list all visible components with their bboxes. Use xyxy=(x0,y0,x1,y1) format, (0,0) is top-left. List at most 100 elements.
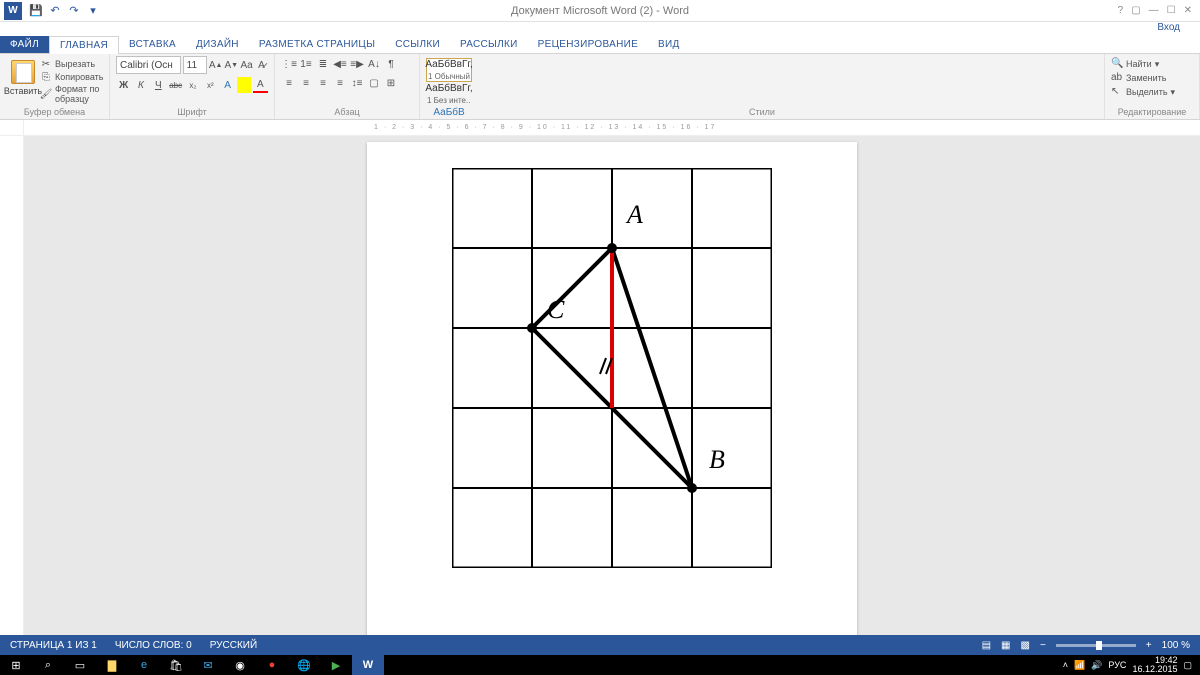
bold-button[interactable]: Ж xyxy=(116,77,131,93)
replace-button[interactable]: abЗаменить xyxy=(1111,72,1193,84)
tab-insert[interactable]: ВСТАВКА xyxy=(119,36,186,53)
web-layout-icon[interactable]: ▩ xyxy=(1021,640,1030,651)
change-case-button[interactable]: Aa xyxy=(240,57,253,73)
page-indicator[interactable]: СТРАНИЦА 1 ИЗ 1 xyxy=(10,640,97,651)
grow-font-button[interactable]: A▲ xyxy=(209,57,223,73)
vertical-ruler[interactable] xyxy=(0,136,24,652)
file-explorer-icon[interactable]: ▇ xyxy=(96,655,128,675)
store-icon[interactable]: 🛍 xyxy=(160,655,192,675)
brush-icon: 🖌 xyxy=(40,88,52,100)
help-icon[interactable]: ? xyxy=(1118,5,1124,16)
styles-group-label: Стили xyxy=(420,107,1104,117)
volume-icon[interactable]: 🔊 xyxy=(1091,660,1102,671)
shading-button[interactable]: ▢ xyxy=(366,75,382,91)
select-button[interactable]: ↖Выделить ▾ xyxy=(1111,86,1193,98)
ribbon-options-icon[interactable]: ▢ xyxy=(1131,5,1140,16)
document-page[interactable]: A B C xyxy=(367,142,857,644)
paste-icon xyxy=(11,60,35,84)
word-task-icon[interactable]: W xyxy=(352,655,384,675)
print-layout-icon[interactable]: ▦ xyxy=(1001,640,1010,651)
word-logo-icon: W xyxy=(4,2,22,20)
sort-button[interactable]: A↓ xyxy=(366,56,382,72)
pilcrow-button[interactable]: ¶ xyxy=(383,56,399,72)
close-button[interactable]: ✕ xyxy=(1184,5,1192,16)
format-painter-button[interactable]: 🖌Формат по образцу xyxy=(40,84,103,104)
network-icon[interactable]: 📶 xyxy=(1074,660,1085,671)
tray-up-icon[interactable]: ˄ xyxy=(1063,660,1068,670)
notifications-icon[interactable]: ▢ xyxy=(1183,660,1192,671)
paste-label: Вставить xyxy=(4,86,42,96)
page-area[interactable]: A B C xyxy=(24,136,1200,652)
maximize-button[interactable]: ☐ xyxy=(1167,5,1176,16)
strike-button[interactable]: abc xyxy=(168,77,183,93)
cut-button[interactable]: ✂Вырезать xyxy=(40,58,103,70)
tab-layout[interactable]: РАЗМЕТКА СТРАНИЦЫ xyxy=(249,36,385,53)
decrease-indent-button[interactable]: ◀≡ xyxy=(332,56,348,72)
word-count[interactable]: ЧИСЛО СЛОВ: 0 xyxy=(115,640,192,651)
tab-review[interactable]: РЕЦЕНЗИРОВАНИЕ xyxy=(528,36,648,53)
zoom-level[interactable]: 100 % xyxy=(1162,640,1190,651)
align-left-button[interactable]: ≡ xyxy=(281,75,297,91)
label-a: A xyxy=(625,200,643,229)
increase-indent-button[interactable]: ≡▶ xyxy=(349,56,365,72)
zoom-slider[interactable] xyxy=(1056,644,1136,647)
login-link[interactable]: Вход xyxy=(0,22,1200,34)
zoom-out-button[interactable]: − xyxy=(1040,640,1046,651)
tab-view[interactable]: ВИД xyxy=(648,36,690,53)
justify-button[interactable]: ≡ xyxy=(332,75,348,91)
chrome-icon[interactable]: 🌐 xyxy=(288,655,320,675)
read-mode-icon[interactable]: ▤ xyxy=(982,640,991,651)
zoom-in-button[interactable]: + xyxy=(1146,640,1152,651)
language-indicator[interactable]: РУССКИЙ xyxy=(210,640,257,651)
minimize-button[interactable]: — xyxy=(1149,5,1159,16)
ribbon-tabs: ФАЙЛ ГЛАВНАЯ ВСТАВКА ДИЗАЙН РАЗМЕТКА СТР… xyxy=(0,34,1200,54)
highlight-button[interactable] xyxy=(237,77,250,93)
ruler-marks: 1 · 2 · 3 · 4 · 5 · 6 · 7 · 8 · 9 · 10 ·… xyxy=(24,120,1200,135)
horizontal-ruler[interactable]: 1 · 2 · 3 · 4 · 5 · 6 · 7 · 8 · 9 · 10 ·… xyxy=(0,120,1200,136)
borders-button[interactable]: ⊞ xyxy=(383,75,399,91)
group-clipboard: Вставить ✂Вырезать ⎘Копировать 🖌Формат п… xyxy=(0,54,110,119)
mail-icon[interactable]: ✉ xyxy=(192,655,224,675)
undo-icon[interactable]: ↶ xyxy=(47,3,63,19)
app1-icon[interactable]: ◉ xyxy=(224,655,256,675)
tab-mailings[interactable]: РАССЫЛКИ xyxy=(450,36,528,53)
clock[interactable]: 19:42 16.12.2015 xyxy=(1132,656,1177,674)
subscript-button[interactable]: x₂ xyxy=(185,77,200,93)
search-icon[interactable]: ⌕ xyxy=(32,655,64,675)
font-color-button[interactable]: A xyxy=(253,77,268,93)
style-item-0[interactable]: АаБбВвГг,1 Обычный xyxy=(426,58,472,82)
find-button[interactable]: 🔍Найти ▾ xyxy=(1111,58,1193,70)
bullets-button[interactable]: ⋮≡ xyxy=(281,56,297,72)
task-view-icon[interactable]: ▭ xyxy=(64,655,96,675)
align-right-button[interactable]: ≡ xyxy=(315,75,331,91)
shrink-font-button[interactable]: A▼ xyxy=(224,57,238,73)
format-painter-label: Формат по образцу xyxy=(55,84,103,104)
group-styles: АаБбВвГг,1 ОбычныйАаБбВвГг,1 Без инте...… xyxy=(420,54,1105,119)
start-button[interactable]: ⊞ xyxy=(0,655,32,675)
italic-button[interactable]: К xyxy=(133,77,148,93)
clear-format-button[interactable]: A̷ xyxy=(255,57,268,73)
qat-menu-icon[interactable]: ▾ xyxy=(85,3,101,19)
copy-button[interactable]: ⎘Копировать xyxy=(40,71,103,83)
redo-icon[interactable]: ↷ xyxy=(66,3,82,19)
tab-references[interactable]: ССЫЛКИ xyxy=(385,36,450,53)
text-effects-button[interactable]: A xyxy=(220,77,235,93)
language-indicator-tray[interactable]: РУС xyxy=(1108,660,1126,670)
app3-icon[interactable]: ▶ xyxy=(320,655,352,675)
font-size-select[interactable]: 11 xyxy=(183,56,207,74)
tab-home[interactable]: ГЛАВНАЯ xyxy=(49,36,119,54)
numbering-button[interactable]: 1≡ xyxy=(298,56,314,72)
save-icon[interactable]: 💾 xyxy=(28,3,44,19)
tab-file[interactable]: ФАЙЛ xyxy=(0,36,49,53)
chrome-tile-icon[interactable]: ● xyxy=(256,655,288,675)
line-spacing-button[interactable]: ↕≡ xyxy=(349,75,365,91)
underline-button[interactable]: Ч xyxy=(151,77,166,93)
style-item-1[interactable]: АаБбВвГг,1 Без инте... xyxy=(426,82,472,106)
copy-label: Копировать xyxy=(55,72,103,82)
align-center-button[interactable]: ≡ xyxy=(298,75,314,91)
edge-icon[interactable]: e xyxy=(128,655,160,675)
multilevel-button[interactable]: ≣ xyxy=(315,56,331,72)
tab-design[interactable]: ДИЗАЙН xyxy=(186,36,249,53)
font-name-select[interactable]: Calibri (Осн xyxy=(116,56,181,74)
superscript-button[interactable]: x² xyxy=(203,77,218,93)
